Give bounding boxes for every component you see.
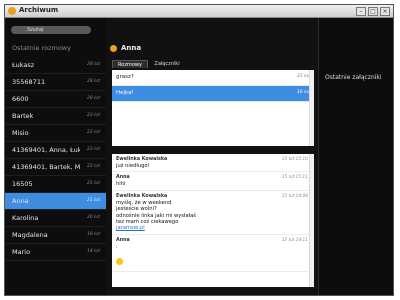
close-icon[interactable]: × bbox=[380, 7, 390, 16]
contact-date: 28 lut bbox=[86, 79, 100, 84]
message-text: : bbox=[116, 243, 118, 250]
contact-item[interactable]: Łukasz 28 lut bbox=[5, 57, 106, 74]
contact-name: Łukasz bbox=[12, 61, 35, 69]
recent-attachments-heading: Ostatnie załączniki bbox=[325, 74, 382, 81]
contact-item[interactable]: 41369401, Anna, Łuk... 23 lut bbox=[5, 142, 106, 159]
conversation-scrollbar[interactable] bbox=[309, 70, 314, 146]
title-bar: Archiwum – □ × bbox=[5, 5, 393, 18]
contact-name: 41369401, Bartek, Mi... bbox=[12, 163, 80, 171]
contact-name: Misio bbox=[12, 129, 29, 137]
message: Ewelinka Kowalska 15 lut 14:08 myślę, że… bbox=[112, 191, 314, 235]
contact-name: Anna bbox=[12, 197, 29, 205]
sidebar: Szukaj Ostatnie rozmowy Łukasz 28 lut 355… bbox=[5, 18, 106, 295]
contact-date: 23 lut bbox=[86, 130, 100, 135]
maximize-icon[interactable]: □ bbox=[368, 7, 378, 16]
recent-conversations-heading: Ostatnie rozmowy bbox=[12, 44, 71, 52]
message: Anna 15 lut 14:11 : bbox=[112, 235, 314, 273]
contact-date: 21 lut bbox=[86, 181, 100, 186]
chat-contact-name: Anna bbox=[121, 44, 142, 52]
search-input[interactable]: Szukaj bbox=[11, 26, 91, 34]
message-text: myślę, że w weekend jesteście wolni? odn… bbox=[116, 200, 310, 232]
message: Anna 15 lut 15:11 hihi bbox=[112, 172, 314, 191]
contact-name: 35568711 bbox=[12, 78, 46, 86]
contact-date: 20 lut bbox=[86, 215, 100, 220]
contact-item[interactable]: Misio 23 lut bbox=[5, 125, 106, 142]
contact-item[interactable]: 41369401, Bartek, Mi... 23 lut bbox=[5, 159, 106, 176]
contact-date: 23 lut bbox=[86, 147, 100, 152]
contact-date: 23 lut bbox=[86, 113, 100, 118]
contact-item[interactable]: 35568711 28 lut bbox=[5, 74, 106, 91]
conversation-item[interactable]: grasz? 21 lut bbox=[112, 70, 314, 86]
message-time: 15 lut 14:08 bbox=[281, 193, 308, 199]
message-thread: Ewelinka Kowalska 15 lut 15:10 już niedł… bbox=[112, 154, 314, 287]
message-time: 15 lut 14:11 bbox=[281, 237, 308, 243]
contact-date: 14 lut bbox=[86, 249, 100, 254]
contact-item[interactable]: 16505 21 lut bbox=[5, 176, 106, 193]
conversation-snippet: grasz? bbox=[116, 74, 134, 80]
tab-conversations[interactable]: Rozmowy bbox=[112, 60, 148, 68]
contact-name: 41369401, Anna, Łuk... bbox=[12, 146, 80, 154]
contact-name: Karolina bbox=[12, 214, 39, 222]
message-scrollbar[interactable] bbox=[309, 154, 314, 287]
message-text: już niedługo! bbox=[116, 163, 150, 169]
contact-name: Mario bbox=[12, 248, 31, 256]
contact-date: 28 lut bbox=[86, 62, 100, 67]
contact-item[interactable]: Bartek 23 lut bbox=[5, 108, 106, 125]
message-time: 15 lut 15:10 bbox=[281, 157, 308, 162]
contact-name: 16505 bbox=[12, 180, 33, 188]
attachments-panel: Ostatnie załączniki bbox=[318, 18, 393, 295]
status-icon bbox=[110, 45, 117, 52]
message-link[interactable]: jaramsie.pl bbox=[116, 225, 145, 231]
contact-item[interactable]: Mario 14 lut bbox=[5, 244, 106, 261]
smiley-icon bbox=[116, 258, 123, 266]
message-time: 15 lut 15:11 bbox=[281, 175, 308, 181]
chat-tabs: Rozmowy Załączniki bbox=[112, 60, 314, 68]
contact-date: 28 lut bbox=[86, 96, 100, 101]
minimize-icon[interactable]: – bbox=[356, 7, 366, 16]
contact-item-selected[interactable]: Anna 21 lut bbox=[5, 193, 106, 210]
contact-item[interactable]: Magdalena 18 lut bbox=[5, 227, 106, 244]
contact-date: 21 lut bbox=[86, 198, 100, 203]
conversation-item-selected[interactable]: Hejka! 16 lut bbox=[112, 86, 314, 102]
message-line: tez mam coś ciekawego bbox=[116, 219, 179, 226]
message-text: hihi bbox=[116, 181, 126, 188]
contact-item[interactable]: Karolina 20 lut bbox=[5, 210, 106, 227]
conversation-snippet: Hejka! bbox=[116, 90, 134, 96]
conversation-list: grasz? 21 lut Hejka! 16 lut bbox=[112, 70, 314, 146]
contact-date: 18 lut bbox=[86, 232, 100, 237]
contact-name: Magdalena bbox=[12, 231, 48, 239]
window-controls: – □ × bbox=[356, 7, 390, 16]
contact-list: Łukasz 28 lut 35568711 28 lut 6600 28 lut B… bbox=[5, 57, 106, 261]
contact-item[interactable]: 6600 28 lut bbox=[5, 91, 106, 108]
tab-attachments[interactable]: Załączniki bbox=[150, 60, 184, 68]
message: Ewelinka Kowalska 15 lut 15:10 już niedł… bbox=[112, 154, 314, 173]
archive-window: Archiwum – □ × Szukaj Ostatnie rozmowy Ł… bbox=[4, 4, 394, 296]
contact-name: 6600 bbox=[12, 95, 29, 103]
contact-name: Bartek bbox=[12, 112, 34, 120]
main-panel: Anna Rozmowy Załączniki grasz? 21 lut Hej… bbox=[106, 18, 318, 295]
window-title: Archiwum bbox=[19, 6, 59, 14]
app-icon bbox=[8, 7, 16, 15]
contact-date: 23 lut bbox=[86, 164, 100, 169]
